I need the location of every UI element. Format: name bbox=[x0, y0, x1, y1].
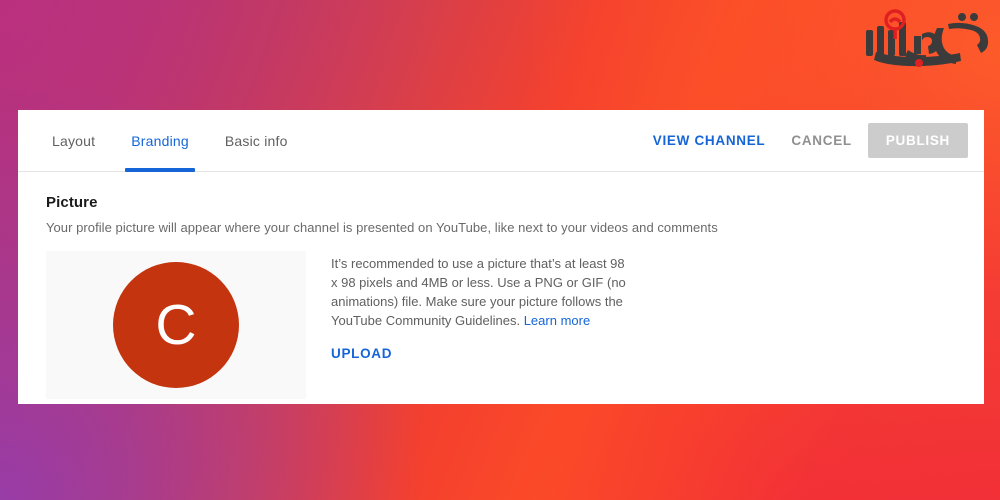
tab-bar: Layout Branding Basic info VIEW CHANNEL … bbox=[18, 110, 984, 172]
tab-branding-label: Branding bbox=[131, 132, 189, 149]
site-watermark-logo bbox=[852, 6, 992, 78]
tab-layout-label: Layout bbox=[52, 132, 96, 149]
publish-button[interactable]: PUBLISH bbox=[867, 123, 968, 158]
picture-recommendation-text: It’s recommended to use a picture that’s… bbox=[331, 255, 631, 330]
picture-row: C It’s recommended to use a picture that… bbox=[46, 251, 956, 399]
picture-section-description: Your profile picture will appear where y… bbox=[46, 220, 718, 235]
tab-list: Layout Branding Basic info bbox=[18, 110, 306, 172]
cancel-button[interactable]: CANCEL bbox=[781, 124, 861, 157]
learn-more-link[interactable]: Learn more bbox=[524, 313, 590, 328]
card-body: Picture Your profile picture will appear… bbox=[18, 172, 984, 399]
tab-layout[interactable]: Layout bbox=[34, 110, 113, 171]
avatar-preview-box: C bbox=[46, 251, 306, 399]
header-actions: VIEW CHANNEL CANCEL PUBLISH bbox=[643, 110, 984, 171]
picture-section-title: Picture bbox=[46, 194, 98, 211]
tab-branding[interactable]: Branding bbox=[113, 110, 207, 172]
tab-basic-info-label: Basic info bbox=[224, 132, 288, 149]
picture-info: It’s recommended to use a picture that’s… bbox=[331, 251, 631, 363]
branding-settings-card: Layout Branding Basic info VIEW CHANNEL … bbox=[18, 110, 984, 404]
view-channel-button[interactable]: VIEW CHANNEL bbox=[643, 124, 776, 157]
tab-basic-info[interactable]: Basic info bbox=[207, 110, 306, 171]
avatar-initial: C bbox=[155, 292, 197, 357]
avatar: C bbox=[113, 262, 239, 388]
upload-button[interactable]: UPLOAD bbox=[331, 346, 392, 361]
